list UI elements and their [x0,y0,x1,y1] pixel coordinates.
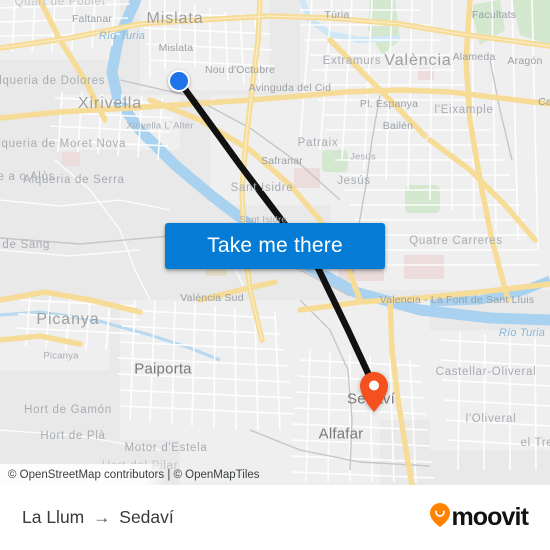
moovit-logo: moovit [430,503,529,532]
arrow-right-icon: → [93,508,111,527]
moovit-pin-icon [430,503,451,532]
origin-label: La Llum [22,507,85,527]
map-canvas[interactable]: Quart de Poblet Faltanar Mislata Túria Facul… [0,0,550,485]
footer-bar: La Llum → Sedaví moovit [0,485,550,550]
map-attribution: © OpenStreetMap contributors | © OpenMap… [0,464,268,485]
take-me-there-button[interactable]: Take me there [165,223,385,269]
moovit-wordmark: moovit [451,503,528,531]
moovit-trip-map-screen: Quart de Poblet Faltanar Mislata Túria Facul… [0,0,550,550]
route-summary: La Llum → Sedaví [22,507,174,528]
origin-marker[interactable] [168,70,190,92]
destination-marker[interactable] [360,372,388,412]
destination-label: Sedaví [119,507,174,527]
